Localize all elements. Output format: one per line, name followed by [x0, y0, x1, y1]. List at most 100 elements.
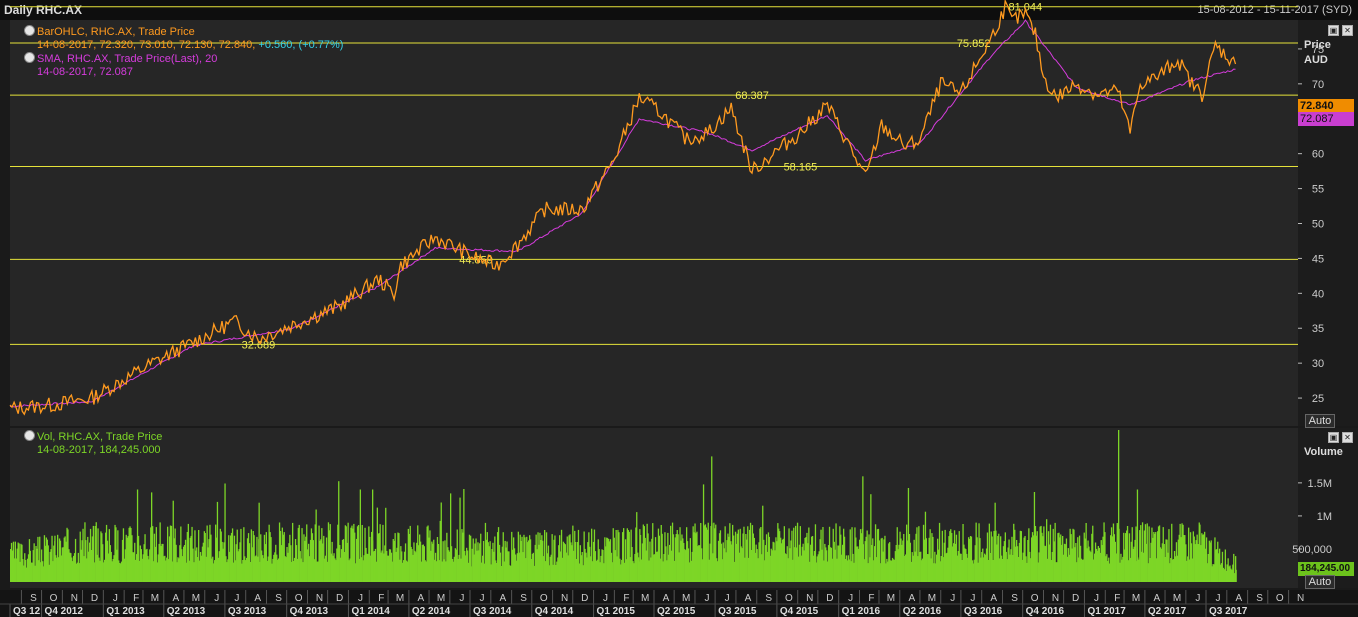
price-legend: BarOHLC, RHC.AX, Trade Price 14-08-2017,…: [24, 25, 343, 79]
price-tick-label: 50: [1312, 219, 1324, 231]
series-settings-icon[interactable]: [24, 52, 35, 63]
maximize-panel-icon[interactable]: ▣: [1328, 432, 1339, 443]
volume-spike-bar: [470, 535, 472, 582]
price-axis-unit: AUD: [1304, 54, 1328, 66]
close-panel-icon[interactable]: ✕: [1342, 432, 1353, 443]
month-label: N: [316, 593, 323, 604]
maximize-panel-icon[interactable]: ▣: [1328, 25, 1339, 36]
quarter-label: Q2 2015: [657, 606, 696, 617]
month-label: A: [172, 593, 179, 604]
ohlc-change: +0.560, (+0.77%): [258, 39, 344, 51]
volume-spike-bar: [1136, 489, 1139, 582]
volume-spike-bar: [639, 529, 641, 582]
quarter-label: Q2 2016: [903, 606, 942, 617]
month-label: M: [1132, 593, 1140, 604]
volume-spike-bar: [1118, 430, 1120, 582]
month-label: S: [1256, 593, 1263, 604]
price-auto-scale-button[interactable]: Auto: [1305, 414, 1335, 428]
quarter-label: Q3 2014: [473, 606, 512, 617]
close-panel-icon[interactable]: ✕: [1342, 25, 1353, 36]
volume-spike-bar: [711, 456, 713, 582]
month-label: S: [275, 593, 282, 604]
quarter-label: Q1 2017: [1087, 606, 1126, 617]
series-settings-icon[interactable]: [24, 430, 35, 441]
quarter-label: Q4 2016: [1026, 606, 1065, 617]
quarter-label: Q2 2017: [1148, 606, 1187, 617]
month-label: A: [499, 593, 506, 604]
volume-legend: Vol, RHC.AX, Trade Price 14-08-2017, 184…: [24, 430, 162, 457]
month-label: A: [663, 593, 670, 604]
price-tick-label: 25: [1312, 393, 1324, 405]
ohlc-legend[interactable]: BarOHLC, RHC.AX, Trade Price: [24, 25, 343, 39]
month-label: J: [1216, 593, 1221, 604]
month-label: J: [848, 593, 853, 604]
sma-legend[interactable]: SMA, RHC.AX, Trade Price(Last), 20: [24, 52, 343, 66]
month-label: S: [520, 593, 527, 604]
month-label: J: [214, 593, 219, 604]
month-label: D: [826, 593, 833, 604]
quarter-label: Q1 2014: [351, 606, 390, 617]
month-label: J: [950, 593, 955, 604]
month-label: M: [682, 593, 690, 604]
quarter-label: Q2 2013: [167, 606, 206, 617]
month-label: D: [581, 593, 588, 604]
month-label: J: [480, 593, 485, 604]
quarter-label: Q4 2012: [45, 606, 84, 617]
ohlc-legend-values: 14-08-2017, 72.320, 73.010, 72.130, 72.8…: [24, 39, 343, 52]
month-label: N: [806, 593, 813, 604]
month-label: O: [1276, 593, 1284, 604]
price-tick-label: 45: [1312, 253, 1324, 265]
month-label: F: [133, 593, 139, 604]
month-label: A: [990, 593, 997, 604]
month-label: J: [459, 593, 464, 604]
month-label: M: [887, 593, 895, 604]
volume-spike-bar: [10, 549, 12, 582]
volume-axis-title: Volume: [1304, 446, 1343, 458]
price-tick-label: 35: [1312, 323, 1324, 335]
month-label: J: [1094, 593, 1099, 604]
month-label: O: [785, 593, 793, 604]
quarter-label: Q3 2015: [718, 606, 757, 617]
month-label: F: [378, 593, 384, 604]
month-label: S: [765, 593, 772, 604]
series-settings-icon[interactable]: [24, 25, 35, 36]
month-label: O: [540, 593, 548, 604]
price-tick-label: 40: [1312, 288, 1324, 300]
month-label: M: [437, 593, 445, 604]
month-label: D: [1072, 593, 1079, 604]
quarter-label: Q4 2013: [290, 606, 329, 617]
month-label: J: [725, 593, 730, 604]
month-label: O: [50, 593, 58, 604]
quarter-label: Q3 2017: [1209, 606, 1248, 617]
month-label: F: [868, 593, 874, 604]
vol-legend-title-row[interactable]: Vol, RHC.AX, Trade Price: [24, 430, 162, 444]
sma-value-badge: 72.087: [1298, 112, 1354, 126]
month-label: N: [71, 593, 78, 604]
volume-spike-bar: [994, 502, 996, 582]
sma-legend-title: SMA, RHC.AX, Trade Price(Last), 20: [37, 53, 218, 65]
ohlc-values: 14-08-2017, 72.320, 73.010, 72.130, 72.8…: [37, 39, 256, 51]
volume-spike-bar: [1235, 569, 1237, 582]
volume-auto-scale-button[interactable]: Auto: [1305, 575, 1335, 589]
month-label: A: [1154, 593, 1161, 604]
month-label: O: [1031, 593, 1039, 604]
reference-line-label: 58.165: [784, 161, 818, 173]
month-label: J: [358, 593, 363, 604]
volume-spike-bar: [258, 502, 260, 582]
quarter-label: Q2 2014: [412, 606, 451, 617]
quarter-label: Q3 12: [13, 606, 41, 617]
volume-tick-label: 500,000: [1292, 544, 1332, 556]
last-price-badge: 72.840: [1298, 99, 1354, 113]
month-label: A: [745, 593, 752, 604]
month-label: N: [1297, 593, 1304, 604]
vol-legend-values: 14-08-2017, 184,245.000: [37, 444, 161, 456]
volume-spike-bar: [136, 489, 139, 582]
month-label: J: [1195, 593, 1200, 604]
vol-legend-title: Vol, RHC.AX, Trade Price: [37, 431, 163, 443]
month-label: J: [704, 593, 709, 604]
reference-line-label: 75.852: [957, 38, 991, 50]
price-axis-title: Price: [1304, 39, 1331, 51]
quarter-label: Q1 2016: [842, 606, 881, 617]
month-label: N: [1052, 593, 1059, 604]
last-volume-badge: 184,245.00: [1298, 562, 1354, 576]
